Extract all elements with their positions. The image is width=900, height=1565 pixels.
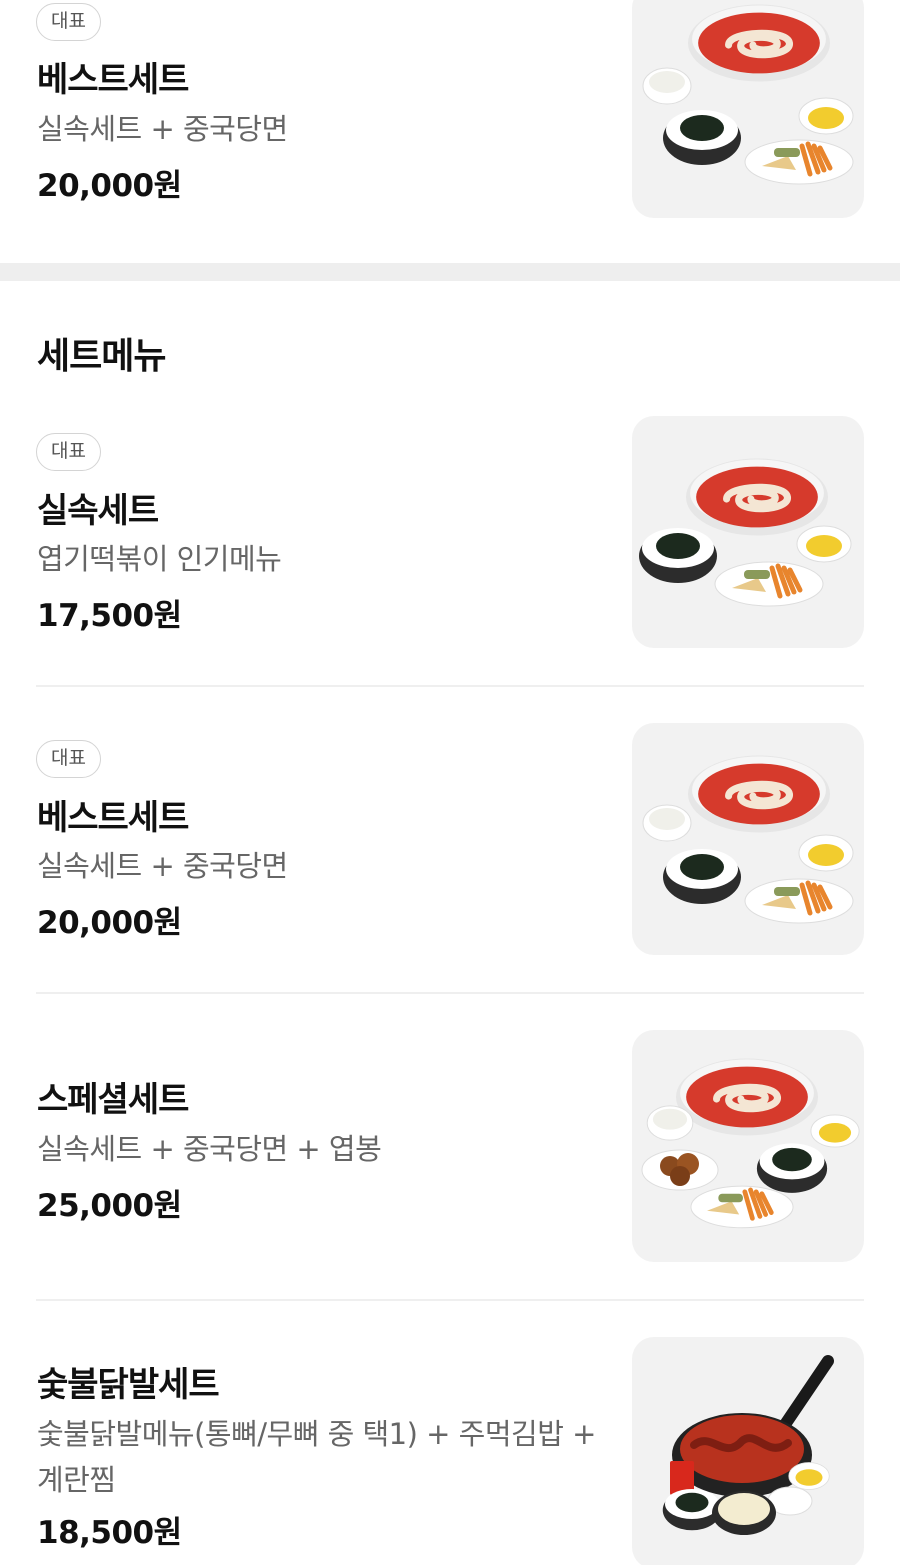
best-set-photo: [632, 723, 864, 955]
menu-item-price: 18,500원: [37, 1515, 182, 1551]
menu-item-description: 실속세트 + 중국당면 + 엽봉: [37, 1132, 382, 1166]
menu-item-best-set-top[interactable]: 대표 베스트세트 실속세트 + 중국당면 20,000원: [0, 0, 900, 240]
menu-item-price: 25,000원: [37, 1188, 182, 1224]
value-set-photo: [632, 416, 864, 648]
section-title: 세트메뉴: [37, 336, 166, 377]
item-divider: [36, 685, 864, 687]
menu-item-best-set[interactable]: 대표 베스트세트 실속세트 + 중국당면 20,000원: [0, 723, 900, 991]
section-separator: [0, 263, 900, 281]
menu-item-name: 베스트세트: [37, 60, 189, 100]
featured-badge: 대표: [36, 3, 101, 41]
menu-item-name: 숯불닭발세트: [37, 1365, 220, 1405]
menu-item-price: 20,000원: [37, 168, 182, 204]
menu-item-description: 엽기떡볶이 인기메뉴: [37, 542, 282, 576]
featured-badge: 대표: [36, 433, 101, 471]
best-set-photo: [632, 0, 864, 218]
chicken-feet-set-photo: [632, 1337, 864, 1565]
menu-item-description: 숯불닭발메뉴(통뼈/무뼈 중 택1) + 주먹김밥 + 계란찜: [37, 1417, 596, 1497]
special-set-photo: [632, 1030, 864, 1262]
menu-item-description: 실속세트 + 중국당면: [37, 849, 288, 883]
item-divider: [36, 1299, 864, 1301]
menu-item-value-set[interactable]: 대표 실속세트 엽기떡볶이 인기메뉴 17,500원: [0, 416, 900, 684]
menu-item-chicken-feet-set[interactable]: 숯불닭발세트 숯불닭발메뉴(통뼈/무뼈 중 택1) + 주먹김밥 + 계란찜 1…: [0, 1337, 900, 1565]
menu-item-price: 17,500원: [37, 598, 182, 634]
menu-item-special-set[interactable]: 스페셜세트 실속세트 + 중국당면 + 엽봉 25,000원: [0, 1030, 900, 1298]
item-divider: [36, 992, 864, 994]
menu-item-description: 실속세트 + 중국당면: [37, 112, 288, 146]
featured-badge: 대표: [36, 740, 101, 778]
menu-item-name: 베스트세트: [37, 798, 189, 838]
menu-item-name: 스페셜세트: [37, 1080, 189, 1120]
menu-item-name: 실속세트: [37, 491, 159, 531]
menu-item-price: 20,000원: [37, 905, 182, 941]
